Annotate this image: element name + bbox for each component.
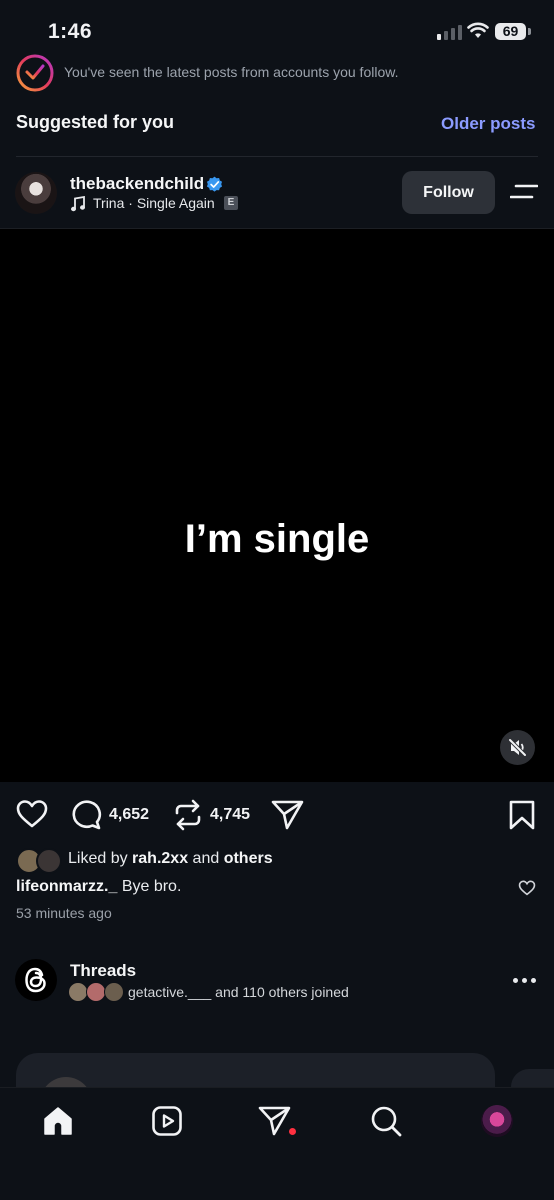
threads-joined-text: getactive.___ and 110 others joined — [128, 984, 349, 1000]
tab-profile[interactable] — [480, 1104, 514, 1138]
explicit-badge: E — [224, 196, 238, 210]
threads-more-icon[interactable] — [513, 978, 536, 983]
threads-logo-icon[interactable] — [15, 959, 57, 1001]
status-time: 1:46 — [48, 20, 93, 43]
post-timestamp: 53 minutes ago — [16, 905, 112, 921]
post-actions: 4,652 4,745 — [0, 782, 554, 847]
mute-button[interactable] — [500, 730, 535, 765]
battery-tip — [528, 28, 531, 35]
battery-indicator: 69 — [495, 23, 526, 40]
liked-by-text[interactable]: Liked by rah.2xx and others — [68, 850, 273, 868]
more-options-icon[interactable] — [510, 183, 538, 201]
liked-by-and: and — [192, 850, 220, 867]
tab-search[interactable] — [369, 1104, 403, 1138]
tab-home[interactable] — [41, 1104, 75, 1138]
direct-messages-icon — [258, 1106, 291, 1136]
comment-text: Bye bro. — [121, 878, 182, 895]
suggested-heading: Suggested for you — [16, 112, 175, 132]
checkmark-circle-icon — [16, 54, 54, 92]
post-username[interactable]: thebackendchild — [70, 174, 204, 194]
notification-dot — [289, 1128, 296, 1135]
avatar — [86, 982, 106, 1002]
threads-title[interactable]: Threads — [70, 961, 136, 981]
like-heart-icon[interactable] — [16, 799, 48, 829]
share-icon[interactable] — [271, 799, 305, 831]
comment-username[interactable]: lifeonmarzz._ — [16, 878, 117, 895]
verified-badge-icon — [206, 176, 223, 192]
muted-speaker-icon — [508, 738, 527, 757]
liked-by-others[interactable]: others — [224, 850, 273, 867]
home-icon — [44, 1107, 72, 1135]
post-author-avatar[interactable] — [15, 172, 57, 214]
search-icon — [371, 1106, 402, 1137]
older-posts-link[interactable]: Older posts — [441, 114, 535, 134]
divider — [16, 156, 538, 157]
wifi-icon — [467, 22, 489, 38]
music-note-icon — [71, 196, 85, 212]
tab-reels[interactable] — [150, 1104, 184, 1138]
reposts-count[interactable]: 4,745 — [210, 806, 250, 824]
profile-avatar — [481, 1105, 513, 1137]
reels-icon — [152, 1106, 182, 1136]
post-media[interactable]: I’m single — [0, 229, 554, 782]
save-bookmark-icon[interactable] — [508, 800, 536, 830]
repost-icon[interactable] — [173, 799, 203, 831]
avatar — [68, 982, 88, 1002]
top-comment: lifeonmarzz._ Bye bro. — [16, 878, 181, 896]
joined-avatars — [68, 982, 126, 1004]
signal-icon — [437, 25, 462, 40]
song-info[interactable]: Trina · Single Again — [93, 195, 215, 211]
threads-glyph-icon — [25, 967, 46, 993]
avatar — [36, 848, 62, 874]
tab-messages[interactable] — [258, 1104, 292, 1138]
caught-up-banner: You've seen the latest posts from accoun… — [16, 52, 536, 96]
liked-by-prefix: Liked by — [68, 850, 128, 867]
comment-like-icon[interactable] — [518, 880, 536, 896]
avatar — [104, 982, 124, 1002]
follow-button[interactable]: Follow — [402, 171, 495, 214]
media-overlay-text: I’m single — [184, 517, 370, 561]
comment-icon[interactable] — [70, 800, 102, 830]
comments-count[interactable]: 4,652 — [109, 806, 149, 824]
liked-by-user[interactable]: rah.2xx — [132, 850, 188, 867]
caught-up-text: You've seen the latest posts from accoun… — [64, 64, 399, 80]
